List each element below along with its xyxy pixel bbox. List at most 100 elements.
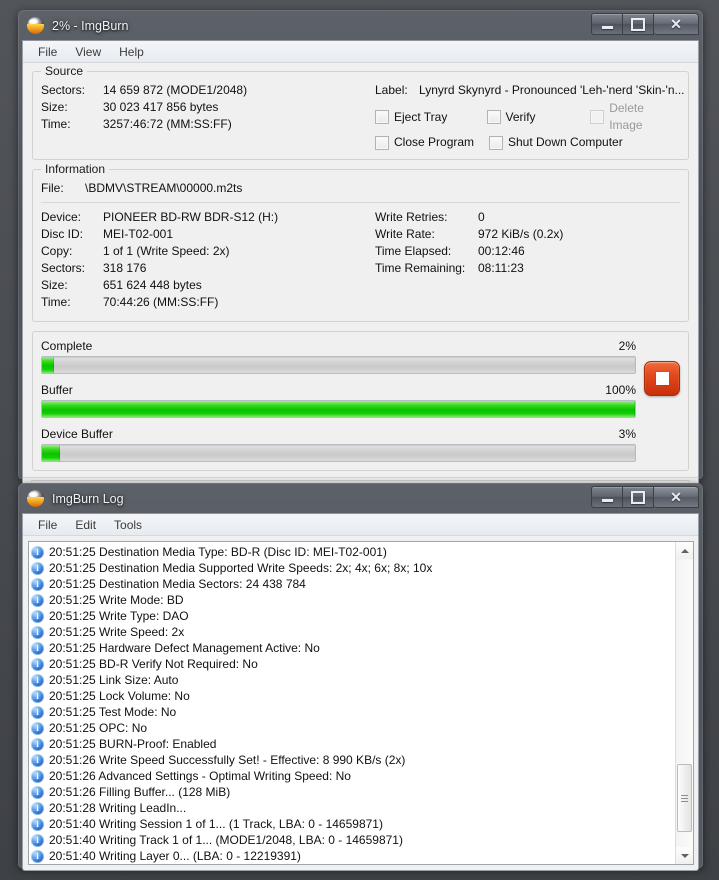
log-entry[interactable]: i 20:51:25 OPC: No bbox=[31, 720, 675, 736]
log-entry[interactable]: i 20:51:26 Advanced Settings - Optimal Wr… bbox=[31, 768, 675, 784]
information-device-row: Device: PIONEER BD-RW BDR-S12 (H:) bbox=[41, 209, 371, 226]
maximize-icon bbox=[631, 490, 645, 504]
information-time-value: 70:44:26 (MM:SS:FF) bbox=[103, 295, 219, 309]
information-sectors-value: 318 176 bbox=[103, 261, 147, 275]
log-entry[interactable]: i 20:51:26 Write Speed Successfully Set! … bbox=[31, 752, 675, 768]
checkbox-close-program-label: Close Program bbox=[394, 135, 475, 149]
log-entry-text: 20:51:26 Write Speed Successfully Set! -… bbox=[49, 753, 406, 767]
information-disc-id-value: MEI-T02-001 bbox=[103, 227, 174, 241]
log-list[interactable]: i 20:51:25 Destination Media Type: BD-R (… bbox=[29, 542, 675, 864]
disc-label-value: Lynyrd Skynyrd - Pronounced 'Leh-'nerd '… bbox=[419, 83, 685, 97]
info-icon: i bbox=[31, 689, 44, 703]
log-entry[interactable]: i 20:51:25 Write Type: DAO bbox=[31, 608, 675, 624]
write-retries-label: Write Retries: bbox=[375, 210, 448, 224]
log-menu-tools[interactable]: Tools bbox=[105, 516, 151, 534]
log-entry[interactable]: i 20:51:25 Destination Media Sectors: 24 … bbox=[31, 576, 675, 592]
source-size-row: Size: 30 023 417 856 bytes bbox=[41, 99, 371, 116]
information-disc-id-row: Disc ID: MEI-T02-001 bbox=[41, 226, 371, 243]
log-titlebar[interactable]: ImgBurn Log ✕ bbox=[19, 484, 702, 513]
log-entry[interactable]: i 20:51:25 Hardware Defect Management Act… bbox=[31, 640, 675, 656]
log-entry[interactable]: i 20:51:25 Destination Media Supported Wr… bbox=[31, 560, 675, 576]
log-entry[interactable]: i 20:51:40 Writing Layer 0... (LBA: 0 - 1… bbox=[31, 848, 675, 864]
source-sectors-label: Sectors: bbox=[41, 83, 86, 97]
info-icon: i bbox=[31, 785, 44, 799]
log-entry-text: 20:51:28 Writing LeadIn... bbox=[49, 801, 187, 815]
information-size-row: Size: 651 624 448 bytes bbox=[41, 277, 371, 294]
stop-button[interactable] bbox=[644, 361, 680, 396]
log-menu-edit[interactable]: Edit bbox=[66, 516, 105, 534]
source-group: Source Sectors: 14 659 872 (MODE1/2048) … bbox=[32, 64, 689, 160]
log-entry[interactable]: i 20:51:25 BD-R Verify Not Required: No bbox=[31, 656, 675, 672]
main-titlebar[interactable]: 2% - ImgBurn ✕ bbox=[19, 11, 702, 40]
log-list-container: i 20:51:25 Destination Media Type: BD-R (… bbox=[28, 541, 694, 865]
info-icon: i bbox=[31, 577, 44, 591]
information-file-label: File: bbox=[41, 181, 64, 195]
log-entry[interactable]: i 20:51:40 Writing Track 1 of 1... (MODE1… bbox=[31, 832, 675, 848]
write-rate-label: Write Rate: bbox=[375, 227, 435, 241]
main-window-title: 2% - ImgBurn bbox=[52, 18, 129, 33]
close-button[interactable]: ✕ bbox=[654, 13, 699, 35]
checkbox-shut-down-computer[interactable]: Shut Down Computer bbox=[489, 134, 623, 151]
information-device-label: Device: bbox=[41, 210, 82, 224]
information-right-column: Write Retries: 0 Write Rate: 972 KiB/s (… bbox=[371, 209, 680, 311]
imgburn-log-window: ImgBurn Log ✕ File Edit Tools i 20:51:25 … bbox=[18, 483, 703, 871]
log-entry[interactable]: i 20:51:25 Lock Volume: No bbox=[31, 688, 675, 704]
log-entry[interactable]: i 20:51:25 Link Size: Auto bbox=[31, 672, 675, 688]
maximize-icon bbox=[631, 17, 645, 31]
info-icon: i bbox=[31, 641, 44, 655]
menu-help[interactable]: Help bbox=[110, 43, 153, 61]
information-group: Information File: \BDMV\STREAM\00000.m2t… bbox=[32, 162, 689, 322]
log-entry[interactable]: i 20:51:40 Writing Session 1 of 1... (1 T… bbox=[31, 816, 675, 832]
info-icon: i bbox=[31, 609, 44, 623]
log-entry[interactable]: i 20:51:25 Write Mode: BD bbox=[31, 592, 675, 608]
info-icon: i bbox=[31, 737, 44, 751]
log-close-button[interactable]: ✕ bbox=[654, 486, 699, 508]
scroll-up-button[interactable] bbox=[676, 542, 693, 559]
source-group-title: Source bbox=[41, 64, 88, 78]
log-entry[interactable]: i 20:51:25 Write Speed: 2x bbox=[31, 624, 675, 640]
menu-view[interactable]: View bbox=[66, 43, 110, 61]
checkbox-verify[interactable]: Verify bbox=[486, 109, 585, 126]
information-sectors-row: Sectors: 318 176 bbox=[41, 260, 371, 277]
time-remaining-row: Time Remaining: 08:11:23 bbox=[375, 260, 680, 277]
write-rate-row: Write Rate: 972 KiB/s (0.2x) bbox=[375, 226, 680, 243]
information-time-row: Time: 70:44:26 (MM:SS:FF) bbox=[41, 294, 371, 311]
progress-bars: Complete 2% Buffer 100% Device Buffer 3% bbox=[41, 339, 636, 462]
log-entry[interactable]: i 20:51:25 BURN-Proof: Enabled bbox=[31, 736, 675, 752]
log-entry[interactable]: i 20:51:26 Filling Buffer... (128 MiB) bbox=[31, 784, 675, 800]
checkbox-shut-down-computer-label: Shut Down Computer bbox=[508, 135, 623, 149]
log-entry[interactable]: i 20:51:25 Destination Media Type: BD-R (… bbox=[31, 544, 675, 560]
progress-group: Complete 2% Buffer 100% Device Buffer 3% bbox=[32, 331, 689, 471]
info-icon: i bbox=[31, 625, 44, 639]
main-client-area: File View Help Source Sectors: 14 659 87… bbox=[22, 40, 699, 501]
log-entry[interactable]: i 20:51:28 Writing LeadIn... bbox=[31, 800, 675, 816]
progress-device-buffer-fill bbox=[42, 445, 60, 461]
source-time-value: 3257:46:72 (MM:SS:FF) bbox=[103, 117, 232, 131]
checkbox-close-program[interactable]: Close Program bbox=[375, 134, 483, 151]
scroll-down-button[interactable] bbox=[676, 847, 693, 864]
log-entry-text: 20:51:26 Advanced Settings - Optimal Wri… bbox=[49, 769, 351, 783]
source-sectors-row: Sectors: 14 659 872 (MODE1/2048) bbox=[41, 82, 371, 99]
menu-file[interactable]: File bbox=[29, 43, 66, 61]
maximize-button[interactable] bbox=[623, 13, 654, 35]
log-entry-text: 20:51:25 Write Type: DAO bbox=[49, 609, 189, 623]
scroll-down-icon bbox=[680, 853, 689, 858]
information-device-value: PIONEER BD-RW BDR-S12 (H:) bbox=[103, 210, 279, 224]
minimize-button[interactable] bbox=[591, 13, 623, 35]
log-minimize-button[interactable] bbox=[591, 486, 623, 508]
info-icon: i bbox=[31, 801, 44, 815]
information-group-title: Information bbox=[41, 162, 110, 176]
progress-complete-bar bbox=[41, 356, 636, 374]
log-entry-text: 20:51:25 BURN-Proof: Enabled bbox=[49, 737, 217, 751]
information-divider bbox=[41, 202, 680, 203]
log-menu-file[interactable]: File bbox=[29, 516, 66, 534]
information-copy-label: Copy: bbox=[41, 244, 73, 258]
checkbox-eject-tray[interactable]: Eject Tray bbox=[375, 109, 481, 126]
log-scrollbar[interactable] bbox=[675, 542, 693, 864]
scrollbar-thumb[interactable] bbox=[677, 764, 692, 832]
log-maximize-button[interactable] bbox=[623, 486, 654, 508]
scrollbar-track[interactable] bbox=[676, 559, 693, 847]
log-entry[interactable]: i 20:51:25 Test Mode: No bbox=[31, 704, 675, 720]
information-time-label: Time: bbox=[41, 295, 71, 309]
minimize-icon bbox=[601, 25, 613, 29]
